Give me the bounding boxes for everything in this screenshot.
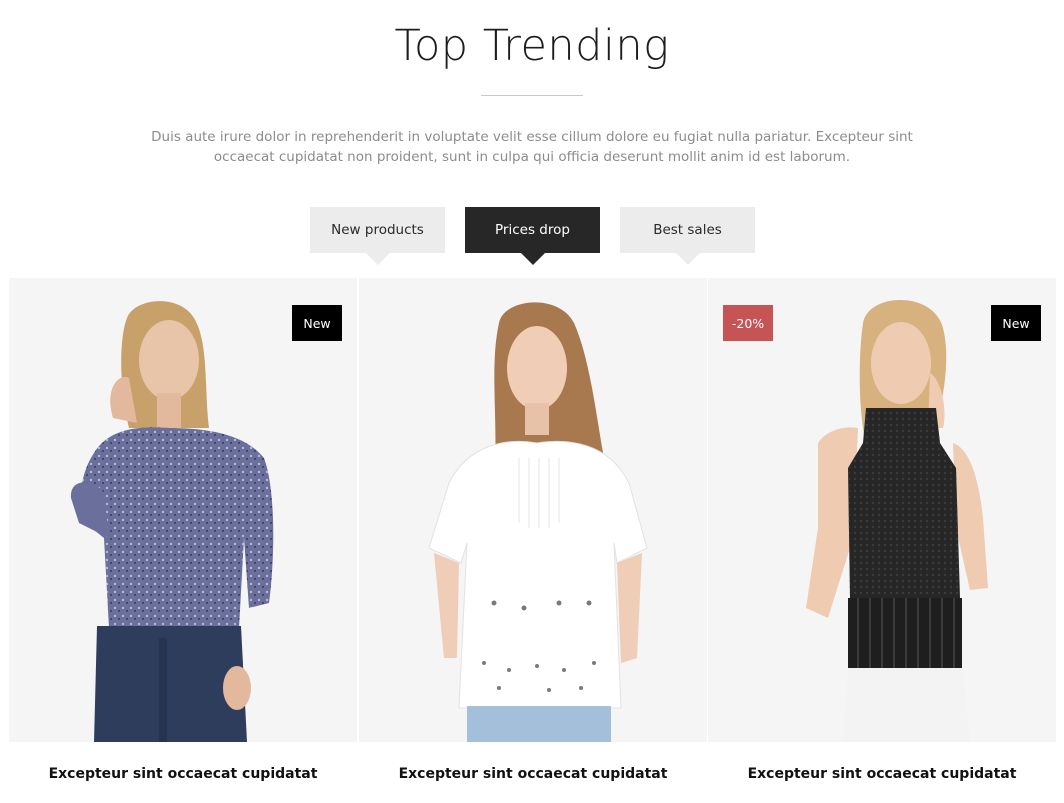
new-badge: New xyxy=(991,305,1041,341)
product-card[interactable]: -20% New Excepteur sint occaecat cupidat… xyxy=(708,278,1056,803)
tab-new-products[interactable]: New products xyxy=(310,207,445,265)
product-card[interactable]: Excepteur sint occaecat cupidatat xyxy=(359,278,707,803)
product-card[interactable]: New Excepteur sint occaecat cupidatat xyxy=(9,278,357,803)
product-name[interactable]: Excepteur sint occaecat cupidatat xyxy=(359,766,707,782)
product-name[interactable]: Excepteur sint occaecat cupidatat xyxy=(9,766,357,782)
discount-badge: -20% xyxy=(723,305,773,341)
product-grid: New Excepteur sint occaecat cupidatat Ex… xyxy=(9,278,1056,803)
tab-prices-drop[interactable]: Prices drop xyxy=(465,207,600,265)
product-image[interactable]: -20% New xyxy=(708,278,1056,742)
product-photo-figure xyxy=(428,302,648,742)
section-description: Duis aute irure dolor in reprehenderit i… xyxy=(151,129,913,165)
product-image[interactable]: New xyxy=(9,278,357,742)
product-image[interactable] xyxy=(359,278,707,742)
product-photo-figure xyxy=(70,301,274,742)
product-name[interactable]: Excepteur sint occaecat cupidatat xyxy=(708,766,1056,782)
product-photo-figure xyxy=(806,299,988,742)
new-badge: New xyxy=(292,305,342,341)
product-tabs: New products Prices drop Best sales xyxy=(0,207,1064,267)
tab-best-sales[interactable]: Best sales xyxy=(620,207,755,265)
title-divider xyxy=(481,95,583,96)
section-title: Top Trending xyxy=(394,21,670,71)
